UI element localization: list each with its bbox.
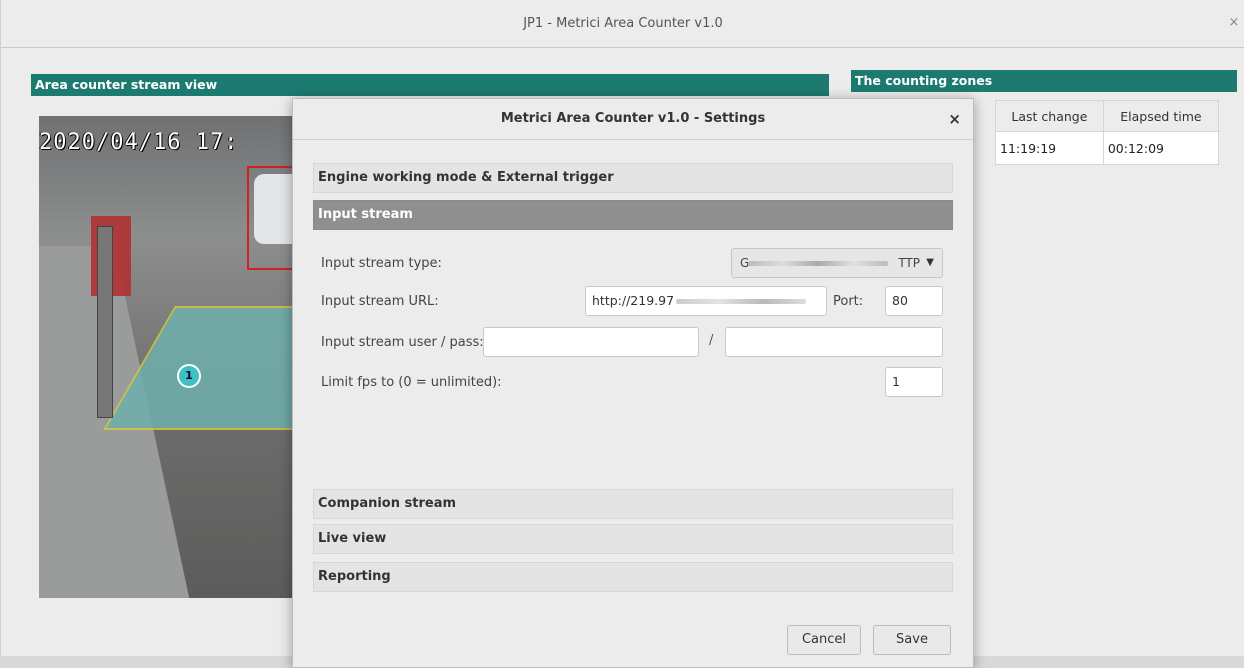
fps-limit-label: Limit fps to (0 = unlimited): [321,375,502,390]
username-field[interactable] [483,327,699,357]
fps-limit-field[interactable]: 1 [885,367,943,397]
window-titlebar: JP1 - Metrici Area Counter v1.0 × [1,0,1244,48]
input-type-label: Input stream type: [321,256,442,271]
redacted-blur [676,299,807,304]
column-header-last-change[interactable]: Last change [995,100,1104,132]
stream-timestamp: 2020/04/16 17: [39,130,239,155]
dialog-title: Metrici Area Counter v1.0 - Settings [500,111,766,126]
section-live-view[interactable]: Live view [313,524,953,554]
userpass-separator: / [709,333,714,348]
stream-panel-header: Area counter stream view [31,74,829,96]
stream-post-shape [97,226,113,418]
input-url-value: http://219.97 [592,293,675,308]
dialog-titlebar: Metrici Area Counter v1.0 - Settings × [293,99,973,140]
redacted-blur [748,261,888,266]
input-url-field[interactable]: http://219.97 [585,286,827,316]
zones-panel-header: The counting zones [851,70,1237,92]
input-type-suffix: TTP [898,256,920,270]
userpass-label: Input stream user / pass: [321,335,484,350]
window-title: JP1 - Metrici Area Counter v1.0 [523,16,723,31]
section-input-stream[interactable]: Input stream [313,200,953,230]
zones-table: Last change Elapsed time 11:19:19 00:12:… [995,100,1220,165]
table-row[interactable]: 11:19:19 00:12:09 [995,131,1220,165]
window-close-icon[interactable]: × [1227,16,1241,30]
password-field[interactable] [725,327,943,357]
zone-marker-badge: 1 [177,364,201,388]
section-companion-stream[interactable]: Companion stream [313,489,953,519]
port-label: Port: [833,294,864,309]
input-type-select[interactable]: G TTP ▼ [731,248,943,278]
chevron-down-icon: ▼ [926,257,934,268]
dialog-close-icon[interactable]: × [948,110,961,128]
input-url-label: Input stream URL: [321,294,439,309]
settings-dialog: Metrici Area Counter v1.0 - Settings × E… [292,98,974,668]
cell-elapsed-time: 00:12:09 [1102,131,1220,165]
section-reporting[interactable]: Reporting [313,562,953,592]
section-engine[interactable]: Engine working mode & External trigger [313,163,953,193]
cell-last-change: 11:19:19 [995,131,1104,165]
cancel-button[interactable]: Cancel [787,625,861,655]
port-field[interactable]: 80 [885,286,943,316]
save-button[interactable]: Save [873,625,951,655]
column-header-elapsed-time[interactable]: Elapsed time [1102,100,1220,132]
